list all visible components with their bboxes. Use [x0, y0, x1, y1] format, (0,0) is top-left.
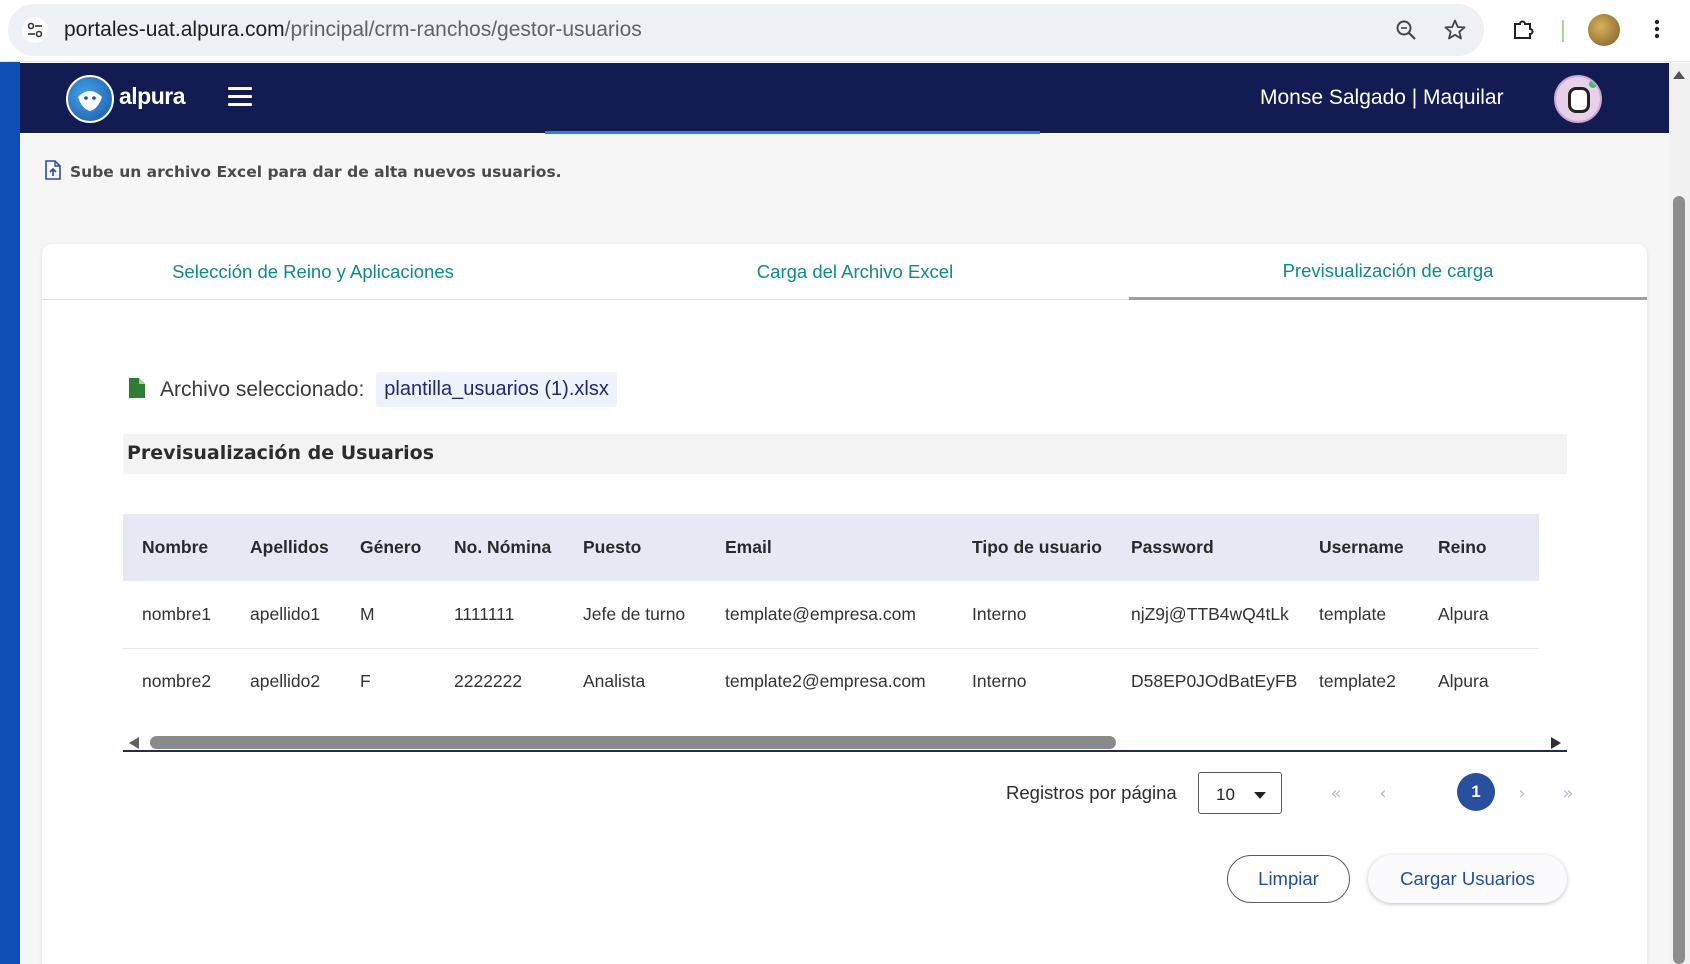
- cell-genero: F: [360, 671, 371, 691]
- toolbar-separator: [1562, 20, 1564, 42]
- table-row[interactable]: nombre2 apellido2 F 2222222 Analista tem…: [123, 648, 1539, 714]
- table-horizontal-scrollbar[interactable]: [123, 734, 1567, 752]
- left-edge-strip: [0, 62, 20, 964]
- column-header: Tipo de usuario: [972, 537, 1102, 557]
- stepper-tabs: Selección de Reino y Aplicaciones Carga …: [42, 244, 1647, 300]
- hamburger-menu-icon[interactable]: [228, 81, 258, 111]
- cell-username: template2: [1319, 671, 1396, 691]
- cell-username: template: [1319, 603, 1387, 624]
- preview-section-header: Previsualización de Usuarios: [123, 434, 1567, 474]
- cell-apellidos: apellido2: [250, 671, 321, 691]
- users-preview-table: Nombre Apellidos Género No. Nómina Puest…: [123, 514, 1539, 714]
- file-upload-icon: [44, 160, 62, 184]
- bookmark-star-icon[interactable]: [1438, 13, 1472, 47]
- user-avatar[interactable]: [1554, 75, 1602, 123]
- last-page-button[interactable]: »: [1550, 775, 1586, 811]
- column-header: Email: [725, 537, 772, 557]
- alpura-logo-icon[interactable]: [66, 75, 114, 123]
- scrollbar-thumb[interactable]: [150, 736, 1116, 749]
- next-page-button[interactable]: ›: [1504, 775, 1540, 811]
- column-header: Username: [1319, 537, 1404, 557]
- cell-nomina: 2222222: [454, 671, 523, 691]
- table-header-row: Nombre Apellidos Género No. Nómina Puest…: [123, 514, 1539, 581]
- caret-down-icon: [1254, 792, 1266, 799]
- scroll-up-icon[interactable]: [1673, 71, 1685, 79]
- rows-per-page-value: 10: [1216, 785, 1235, 804]
- column-header: Género: [360, 537, 422, 557]
- scroll-left-icon[interactable]: [129, 737, 139, 749]
- url-path: /principal/crm-ranchos/gestor-usuarios: [284, 18, 642, 41]
- url-text[interactable]: portales-uat.alpura.com/principal/crm-ra…: [64, 18, 642, 42]
- zoom-icon[interactable]: [1389, 13, 1423, 47]
- cell-password: D58EP0JOdBatEyFB: [1131, 671, 1298, 691]
- cell-apellidos: apellido1: [250, 603, 321, 624]
- upload-note: Sube un archivo Excel para dar de alta n…: [44, 160, 562, 184]
- upload-note-text: Sube un archivo Excel para dar de alta n…: [70, 163, 562, 181]
- column-header: Apellidos: [250, 537, 329, 557]
- cell-genero: M: [360, 603, 375, 624]
- page-number-button[interactable]: 1: [1457, 773, 1495, 811]
- cell-email: template2@empresa.com: [725, 671, 926, 691]
- column-header: Reino: [1438, 537, 1487, 557]
- cell-tipo-usuario: Interno: [972, 671, 1027, 691]
- tab-previsualizacion[interactable]: Previsualización de carga: [1129, 244, 1647, 300]
- rows-per-page-select[interactable]: 10: [1198, 772, 1282, 814]
- preview-title: Previsualización de Usuarios: [127, 442, 435, 464]
- cell-puesto: Jefe de turno: [583, 603, 686, 624]
- tab-carga-excel[interactable]: Carga del Archivo Excel: [584, 244, 1126, 300]
- paginator: Registros por página 10 « ‹ 1 › »: [1006, 771, 1586, 815]
- table-row[interactable]: nombre1 apellido1 M 1111111 Jefe de turn…: [123, 581, 1539, 648]
- cell-nombre: nombre2: [142, 671, 212, 691]
- tab-reino-aplicaciones[interactable]: Selección de Reino y Aplicaciones: [42, 244, 584, 300]
- cell-nomina: 1111111: [454, 603, 515, 624]
- user-name-label[interactable]: Monse Salgado | Maquilar: [1260, 86, 1504, 110]
- upload-stepper-card: Selección de Reino y Aplicaciones Carga …: [42, 244, 1647, 964]
- cell-puesto: Analista: [583, 671, 646, 691]
- profile-avatar[interactable]: [1588, 14, 1620, 46]
- address-bar[interactable]: portales-uat.alpura.com/principal/crm-ra…: [8, 4, 1484, 56]
- app-header: alpura Monse Salgado | Maquilar: [20, 63, 1669, 133]
- column-header: Puesto: [583, 537, 642, 557]
- page-vertical-scrollbar[interactable]: [1669, 63, 1690, 964]
- file-name-chip: plantilla_usuarios (1).xlsx: [376, 372, 617, 407]
- cell-reino: Alpura: [1438, 671, 1489, 691]
- extensions-icon[interactable]: [1506, 12, 1540, 46]
- selected-file-row: Archivo seleccionado: plantilla_usuarios…: [128, 372, 617, 407]
- site-settings-icon[interactable]: [22, 17, 48, 43]
- rows-per-page-label: Registros por página: [1006, 782, 1177, 803]
- cell-tipo-usuario: Interno: [972, 603, 1027, 624]
- excel-file-icon: [128, 377, 146, 403]
- cell-password: njZ9j@TTB4wQ4tLk: [1131, 603, 1289, 624]
- previous-page-button[interactable]: ‹: [1365, 775, 1401, 811]
- column-header: No. Nómina: [454, 537, 552, 557]
- column-header: Password: [1131, 537, 1214, 557]
- logo-text: alpura: [119, 83, 186, 109]
- cell-email: template@empresa.com: [725, 603, 916, 624]
- column-header: Nombre: [142, 537, 209, 557]
- browser-toolbar: portales-uat.alpura.com/principal/crm-ra…: [0, 0, 1690, 62]
- users-preview-table-container[interactable]: Nombre Apellidos Género No. Nómina Puest…: [123, 514, 1567, 714]
- first-page-button[interactable]: «: [1318, 775, 1354, 811]
- more-menu-icon[interactable]: [1640, 12, 1674, 46]
- page-scrollbar-thumb[interactable]: [1673, 196, 1685, 964]
- file-label: Archivo seleccionado:: [160, 377, 365, 401]
- cell-nombre: nombre1: [142, 603, 212, 624]
- scroll-right-icon[interactable]: [1551, 737, 1561, 749]
- cell-reino: Alpura: [1438, 603, 1489, 624]
- load-users-button[interactable]: Cargar Usuarios: [1368, 855, 1567, 903]
- clear-button[interactable]: Limpiar: [1227, 855, 1350, 903]
- url-host: portales-uat.alpura.com: [64, 18, 285, 41]
